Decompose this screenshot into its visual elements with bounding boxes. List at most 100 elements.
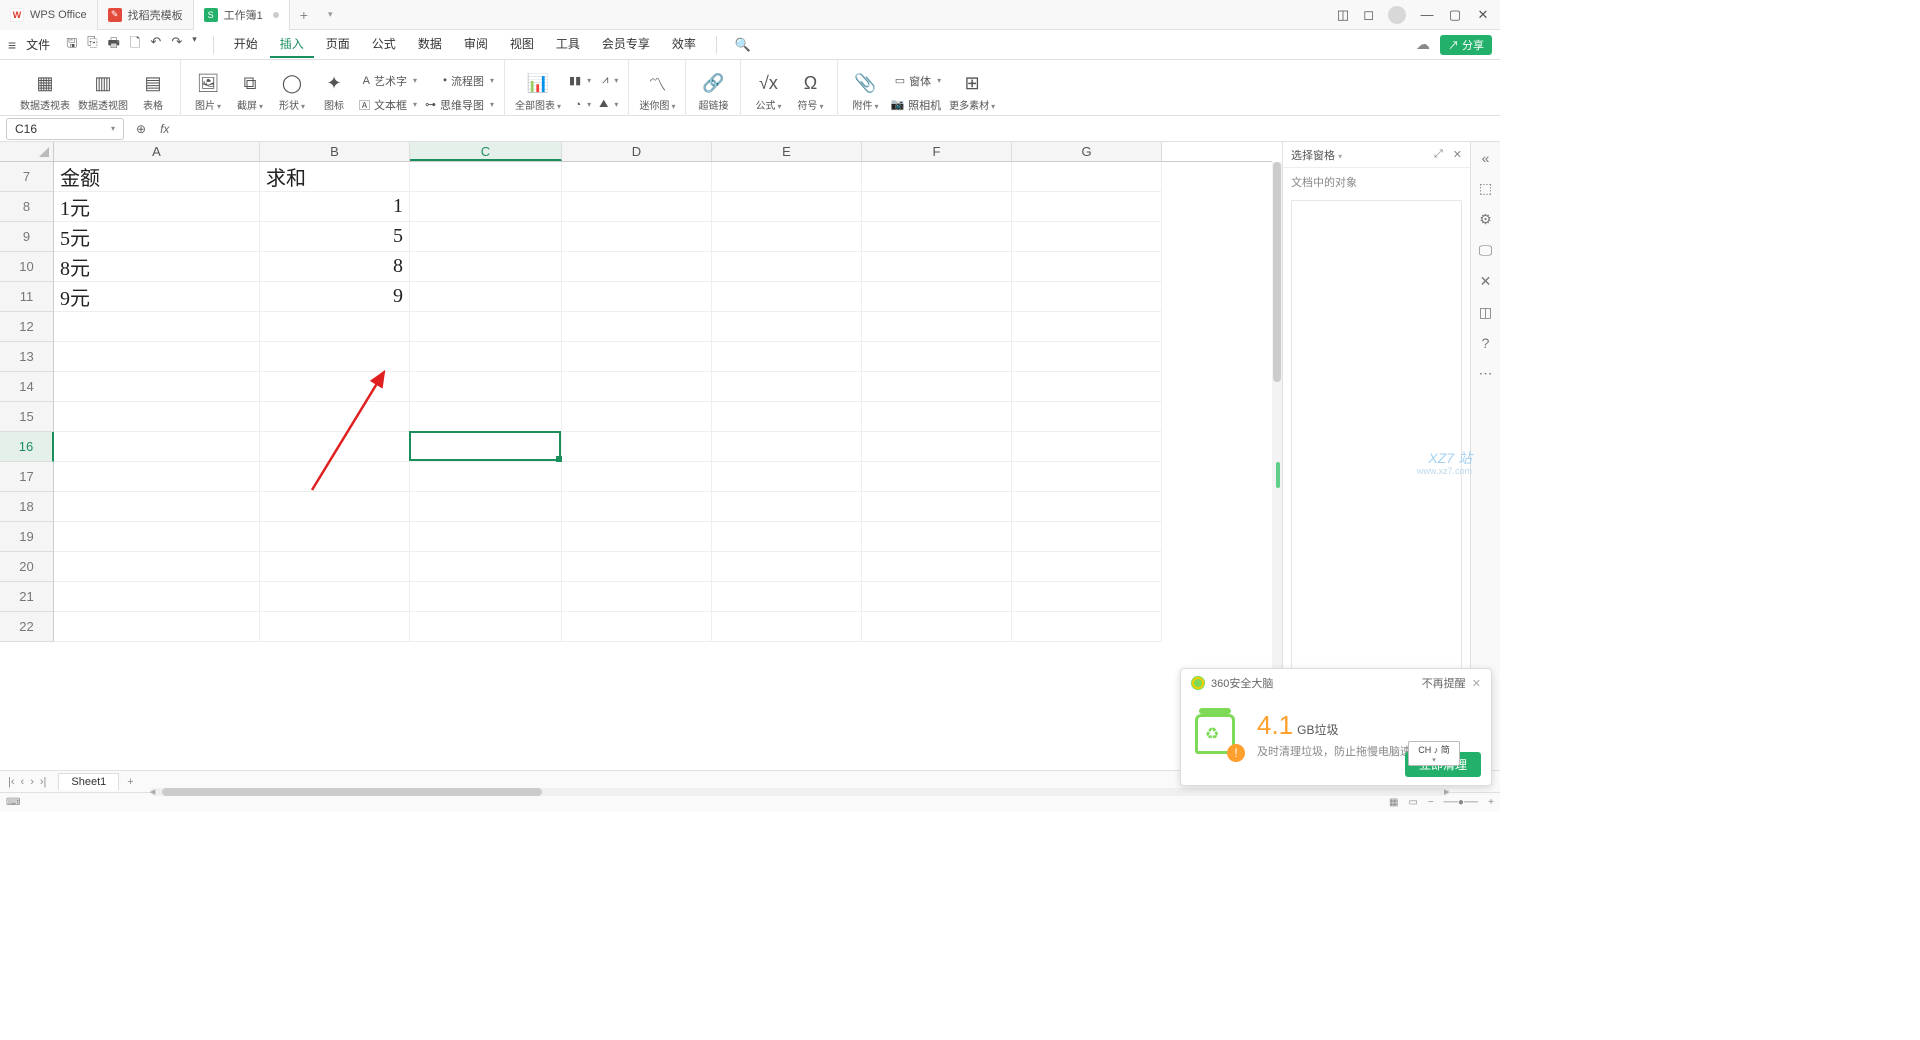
row-header-8[interactable]: 8: [0, 192, 54, 222]
cell-D18[interactable]: [562, 492, 712, 522]
cell-C22[interactable]: [410, 612, 562, 642]
cell-E14[interactable]: [712, 372, 862, 402]
cell-C8[interactable]: [410, 192, 562, 222]
save-icon[interactable]: 🖫: [66, 34, 77, 56]
cell-F10[interactable]: [862, 252, 1012, 282]
cell-D8[interactable]: [562, 192, 712, 222]
new-tab-button[interactable]: +: [290, 7, 318, 23]
add-sheet-button[interactable]: +: [119, 776, 141, 788]
more-resources-button[interactable]: ⊞更多素材▾: [949, 73, 995, 116]
cell-F20[interactable]: [862, 552, 1012, 582]
cell-A8[interactable]: 1元: [54, 192, 260, 222]
cell-G15[interactable]: [1012, 402, 1162, 432]
cell-B10[interactable]: 8: [260, 252, 410, 282]
screenshot-button[interactable]: ⧉截屏▾: [233, 73, 267, 116]
cell-E17[interactable]: [712, 462, 862, 492]
tab-start[interactable]: 开始: [224, 31, 268, 58]
cloud-sync-icon[interactable]: ☁: [1416, 36, 1430, 53]
cell-A11[interactable]: 9元: [54, 282, 260, 312]
chart-type-4[interactable]: ⛰▾: [599, 95, 618, 115]
ime-indicator[interactable]: CH ♪ 简 ▾: [1408, 741, 1460, 766]
chart-type-1[interactable]: ▮▮▾: [569, 71, 591, 91]
zoom-in-icon[interactable]: +: [1488, 797, 1494, 808]
cell-D12[interactable]: [562, 312, 712, 342]
cell-F11[interactable]: [862, 282, 1012, 312]
sheet-prev-icon[interactable]: ‹: [21, 776, 25, 788]
col-header-D[interactable]: D: [562, 142, 712, 161]
cell-G19[interactable]: [1012, 522, 1162, 552]
close-button[interactable]: ✕: [1476, 8, 1490, 22]
cell-F15[interactable]: [862, 402, 1012, 432]
view-normal-icon[interactable]: ▦: [1389, 797, 1398, 808]
cell-G9[interactable]: [1012, 222, 1162, 252]
print-icon[interactable]: 🖶: [108, 34, 120, 56]
cell-A19[interactable]: [54, 522, 260, 552]
cell-C12[interactable]: [410, 312, 562, 342]
chart-type-2[interactable]: ◔▾: [569, 95, 591, 115]
cell-E20[interactable]: [712, 552, 862, 582]
icons-button[interactable]: ✦图标: [317, 73, 351, 116]
cell-B18[interactable]: [260, 492, 410, 522]
tab-wps-office[interactable]: W WPS Office: [0, 0, 98, 30]
cell-E7[interactable]: [712, 162, 862, 192]
tab-formula[interactable]: 公式: [362, 31, 406, 58]
rail-tools-icon[interactable]: ✕: [1480, 273, 1492, 290]
form-control-button[interactable]: ▭ 窗体 ▾: [890, 71, 941, 91]
hamburger-icon[interactable]: ≡: [8, 37, 16, 53]
cell-F13[interactable]: [862, 342, 1012, 372]
panel-close-icon[interactable]: ✕: [1453, 148, 1462, 161]
col-header-B[interactable]: B: [260, 142, 410, 161]
sheet-first-icon[interactable]: |‹: [8, 776, 15, 788]
cell-G22[interactable]: [1012, 612, 1162, 642]
row-header-9[interactable]: 9: [0, 222, 54, 252]
sheet-next-icon[interactable]: ›: [30, 776, 34, 788]
cell-C19[interactable]: [410, 522, 562, 552]
popup-dismiss-link[interactable]: 不再提醒: [1422, 678, 1466, 690]
cell-G10[interactable]: [1012, 252, 1162, 282]
camera-button[interactable]: 📷照相机: [890, 95, 941, 115]
cell-C13[interactable]: [410, 342, 562, 372]
cell-E11[interactable]: [712, 282, 862, 312]
cell-E19[interactable]: [712, 522, 862, 552]
cell-F12[interactable]: [862, 312, 1012, 342]
cell-E12[interactable]: [712, 312, 862, 342]
tab-view[interactable]: 视图: [500, 31, 544, 58]
rail-select-icon[interactable]: ⬚: [1479, 180, 1492, 197]
col-header-C[interactable]: C: [410, 142, 562, 161]
rail-more-icon[interactable]: ⋯: [1479, 365, 1493, 382]
user-avatar[interactable]: [1388, 6, 1406, 24]
all-charts-button[interactable]: 📊全部图表▾: [515, 73, 561, 116]
status-mode-icon[interactable]: ⌨: [6, 797, 20, 808]
tab-tools[interactable]: 工具: [546, 31, 590, 58]
cell-A18[interactable]: [54, 492, 260, 522]
cell-F8[interactable]: [862, 192, 1012, 222]
layout-icon[interactable]: ◫: [1337, 7, 1349, 23]
cell-B7[interactable]: 求和: [260, 162, 410, 192]
pivot-table-button[interactable]: ▦数据透视表: [20, 73, 70, 116]
cell-D11[interactable]: [562, 282, 712, 312]
cell-A7[interactable]: 金额: [54, 162, 260, 192]
cell-C14[interactable]: [410, 372, 562, 402]
cell-F21[interactable]: [862, 582, 1012, 612]
cell-B16[interactable]: [260, 432, 410, 462]
shapes-button[interactable]: ◯形状▾: [275, 73, 309, 116]
cell-C10[interactable]: [410, 252, 562, 282]
undo-icon[interactable]: ↶: [150, 34, 161, 56]
cell-D13[interactable]: [562, 342, 712, 372]
tab-efficiency[interactable]: 效率: [662, 31, 706, 58]
row-header-20[interactable]: 20: [0, 552, 54, 582]
row-header-17[interactable]: 17: [0, 462, 54, 492]
cell-A10[interactable]: 8元: [54, 252, 260, 282]
cell-E10[interactable]: [712, 252, 862, 282]
attachment-button[interactable]: 📎附件▾: [848, 73, 882, 116]
cell-D20[interactable]: [562, 552, 712, 582]
formula-input[interactable]: [177, 118, 1500, 140]
row-header-13[interactable]: 13: [0, 342, 54, 372]
cell-D21[interactable]: [562, 582, 712, 612]
cell-E16[interactable]: [712, 432, 862, 462]
tab-menu-button[interactable]: ▾: [318, 9, 343, 20]
col-header-G[interactable]: G: [1012, 142, 1162, 161]
mindmap-button[interactable]: ⊶思维导图▾: [425, 95, 494, 115]
quick-dd-icon[interactable]: ▾: [192, 34, 197, 56]
row-header-19[interactable]: 19: [0, 522, 54, 552]
